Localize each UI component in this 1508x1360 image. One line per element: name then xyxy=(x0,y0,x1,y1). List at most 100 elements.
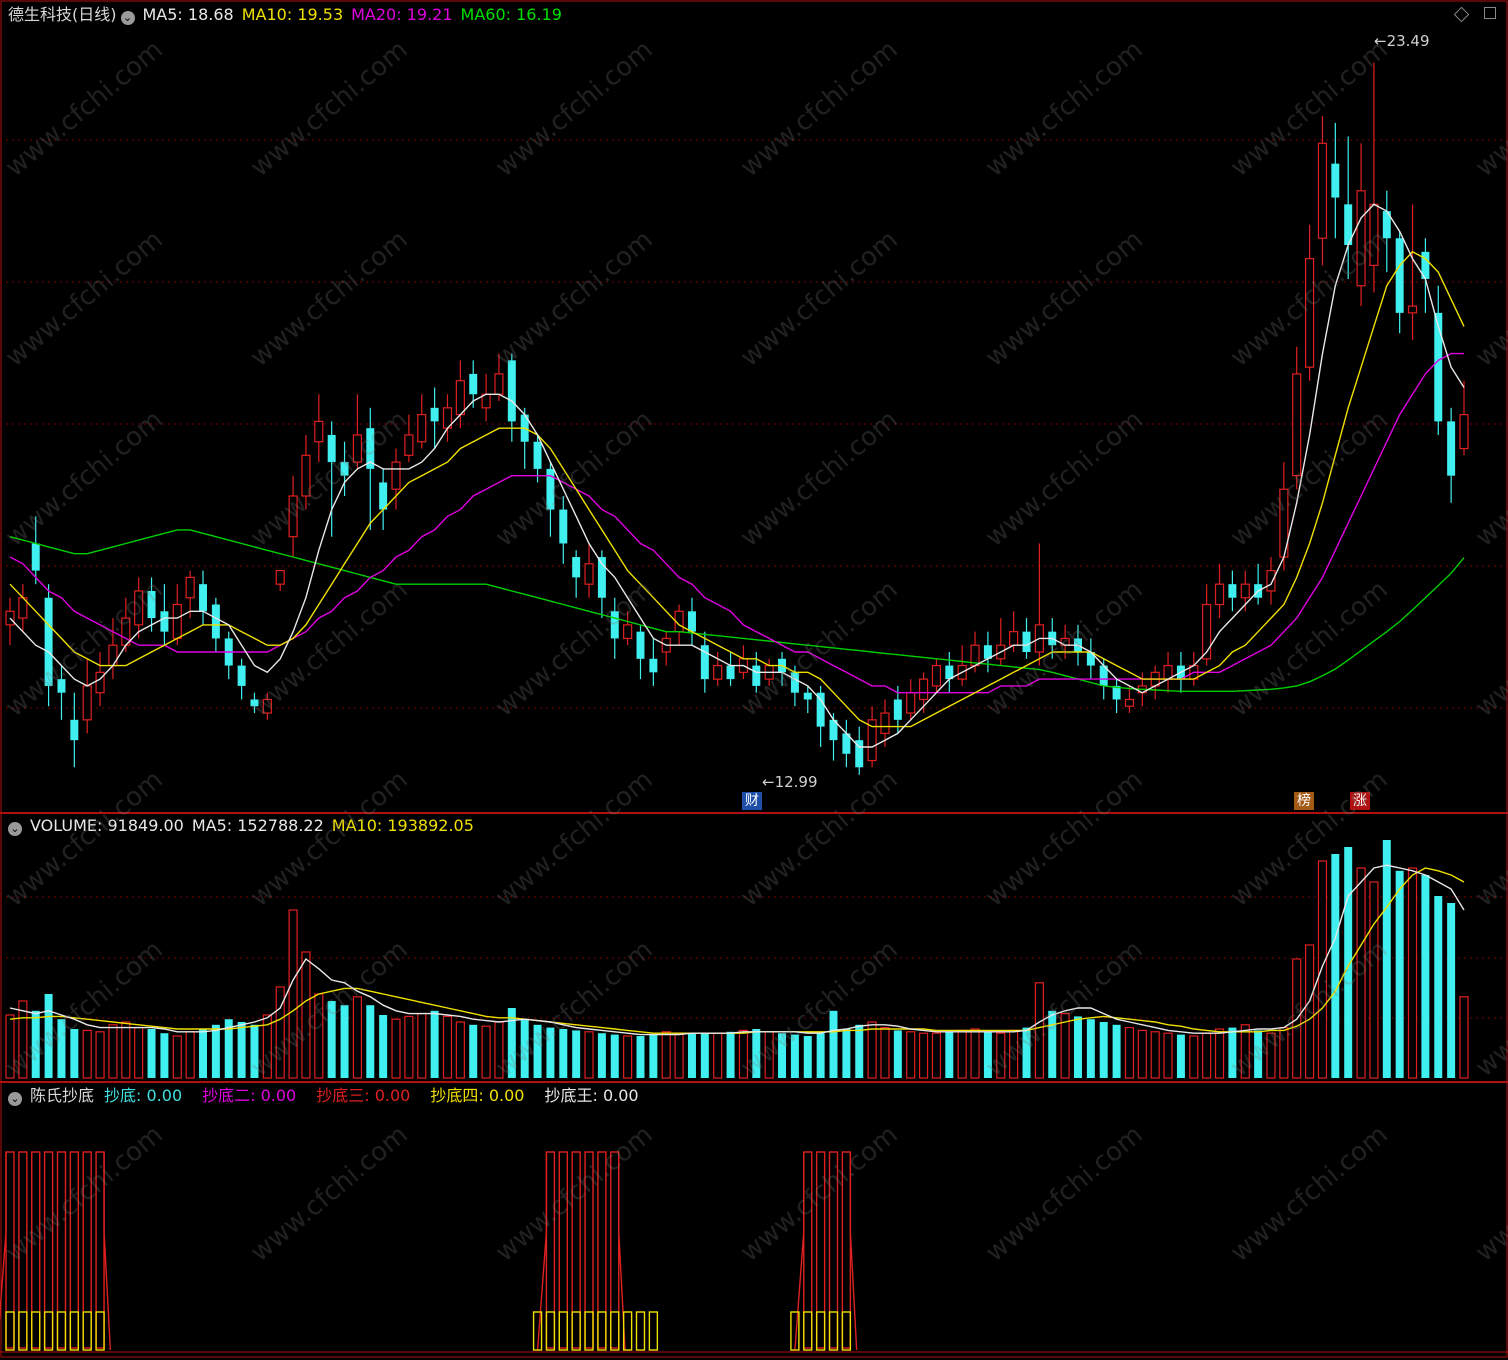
candle-body xyxy=(31,543,40,571)
volume-bar xyxy=(18,1000,28,1079)
volume-bar xyxy=(1382,840,1391,1078)
signal-red-bar xyxy=(545,1151,556,1349)
vol-ma10-name: MA10: xyxy=(331,816,388,835)
volume-bar xyxy=(764,1031,774,1079)
candle-body xyxy=(1369,203,1379,266)
volume-bar xyxy=(559,1029,568,1078)
signal-yellow-bar xyxy=(558,1311,568,1351)
vol-ma5-value: 152788.22 xyxy=(237,816,324,835)
volume-bar xyxy=(121,1021,131,1079)
volume-bar xyxy=(366,1005,375,1078)
candle-body xyxy=(379,482,388,510)
dropdown-icon[interactable]: ⌄ xyxy=(8,1092,22,1106)
financial-report-badge[interactable]: 财 xyxy=(742,792,762,810)
volume-bar xyxy=(327,1001,336,1078)
signal-yellow-bar xyxy=(635,1311,646,1351)
volume-bar xyxy=(957,1029,967,1079)
candle-body xyxy=(250,699,259,707)
volume-bar xyxy=(391,1018,401,1079)
volume-bar xyxy=(1459,996,1469,1079)
volume-bar xyxy=(803,1036,812,1078)
volume-bar xyxy=(713,1032,723,1079)
candle-body xyxy=(1292,373,1302,477)
volume-bar xyxy=(918,1032,929,1079)
candle-body xyxy=(275,570,285,585)
candle-body xyxy=(430,407,439,422)
signal-yellow-bar xyxy=(18,1311,28,1351)
candle-body xyxy=(816,692,825,727)
volume-bar xyxy=(288,909,298,1079)
candle-body xyxy=(1214,583,1225,606)
volume-bar xyxy=(1086,1019,1095,1078)
volume-bars xyxy=(5,840,1469,1079)
volume-bar xyxy=(610,1034,619,1078)
low-price-annotation: ←12.99 xyxy=(762,773,818,791)
indicator-name: 陈氏抄底 xyxy=(30,1086,95,1105)
volume-bar xyxy=(5,1014,15,1079)
candle-body xyxy=(404,434,414,456)
ma10-name: MA10: xyxy=(241,5,298,24)
ma60-line xyxy=(9,529,1465,692)
volume-bar xyxy=(1447,903,1456,1078)
candle-body xyxy=(1202,603,1212,660)
volume-bar xyxy=(301,951,311,1079)
signal-yellow-bar xyxy=(43,1311,54,1351)
volume-bar xyxy=(430,1010,439,1078)
limit-up-badge[interactable]: 涨 xyxy=(1350,792,1370,810)
candle-body xyxy=(1228,584,1237,598)
volume-bar xyxy=(134,1026,144,1079)
ma60-name: MA60: xyxy=(460,5,517,24)
indicator-panel-header: ⌄ 陈氏抄底 抄底: 0.00 抄底二: 0.00 抄底三: 0.00 抄底四: 0.00… xyxy=(8,1085,647,1107)
candle-body xyxy=(57,679,66,693)
candle-body xyxy=(610,611,619,639)
signal-red-bar xyxy=(597,1151,607,1349)
indicator-item-label: 抄底: xyxy=(104,1086,147,1105)
volume-bar xyxy=(1434,896,1443,1078)
dropdown-icon[interactable]: ⌄ xyxy=(8,822,22,836)
candle-body xyxy=(262,698,272,714)
volume-bar xyxy=(726,1031,735,1078)
signal-red-bar xyxy=(31,1151,41,1349)
chart-canvas[interactable] xyxy=(0,0,1508,1360)
indicator-item-label: 抄底四: xyxy=(430,1086,489,1105)
volume-bar xyxy=(752,1029,761,1078)
ranking-badge[interactable]: 榜 xyxy=(1294,792,1314,810)
candle-body xyxy=(352,434,363,463)
volume-bar xyxy=(1369,881,1379,1079)
signal-yellow-bar xyxy=(584,1311,594,1351)
signal-yellow-bar xyxy=(82,1311,92,1351)
volume-bar xyxy=(442,1015,453,1079)
dropdown-icon[interactable]: ⌄ xyxy=(120,11,135,25)
signal-yellow-bar xyxy=(5,1311,15,1351)
volume-bar xyxy=(494,1021,504,1079)
signal-yellow-bar xyxy=(815,1311,826,1351)
volume-bar xyxy=(597,1033,606,1078)
signal-yellow-bar xyxy=(56,1311,67,1351)
volume-bar xyxy=(584,1031,594,1079)
signal-red-bar xyxy=(828,1151,839,1349)
candle-body xyxy=(713,664,723,680)
ma5-value: 18.68 xyxy=(187,5,234,24)
volume-bar xyxy=(404,1015,414,1079)
volume-bar xyxy=(931,1032,942,1079)
signal-yellow-bar xyxy=(545,1311,556,1351)
volume-bar xyxy=(1356,867,1366,1079)
square-icon[interactable] xyxy=(1484,7,1496,19)
volume-bar xyxy=(1317,860,1328,1079)
candle-body xyxy=(1124,698,1135,707)
volume-ma10-line xyxy=(9,867,1465,1034)
volume-bar xyxy=(1189,1035,1199,1079)
signal-red-bar xyxy=(584,1151,594,1349)
ma10-value: 19.53 xyxy=(297,5,344,24)
volume-bar xyxy=(57,1019,66,1078)
candle-body xyxy=(455,380,465,416)
candle-body xyxy=(134,590,144,626)
signal-red-bar xyxy=(56,1151,67,1349)
ma20-value: 19.21 xyxy=(406,5,453,24)
candle-body xyxy=(70,719,79,741)
indicator-item-value: 0.00 xyxy=(260,1086,297,1105)
candle-body xyxy=(1434,312,1443,422)
volume-bar xyxy=(1099,1022,1108,1078)
candle-body xyxy=(121,617,131,646)
candle-body xyxy=(199,584,207,612)
